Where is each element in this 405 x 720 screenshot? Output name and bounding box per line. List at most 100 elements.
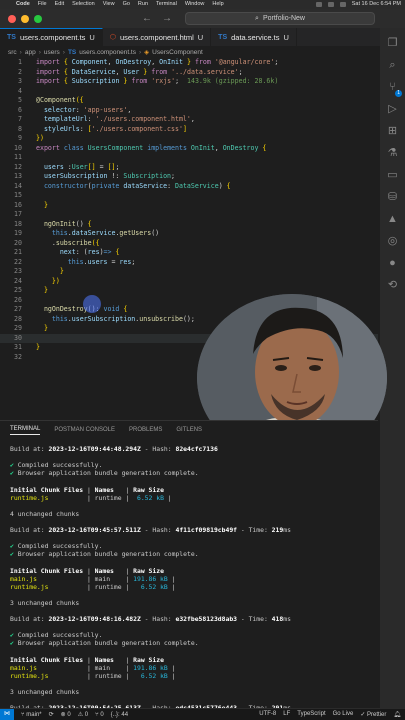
code-text[interactable]: this.dataService.getUsers() <box>36 229 159 239</box>
tab-users-component-html[interactable]: ⬡ users.component.html U <box>103 28 212 46</box>
code-line[interactable]: 21 next: (res)=> { <box>0 248 378 258</box>
terminal-line[interactable]: Build at: 2023-12-16T09:44:48.294Z - Has… <box>10 445 218 454</box>
line-number[interactable]: 19 <box>0 229 22 239</box>
menu-edit[interactable]: Edit <box>55 0 64 9</box>
ports-count[interactable]: ⑂ 0 <box>95 712 104 718</box>
github-icon[interactable]: ● <box>385 256 400 271</box>
encoding[interactable]: UTF-8 <box>259 711 276 718</box>
search-icon[interactable]: ⌕ <box>385 58 400 73</box>
minimize-window-button[interactable] <box>21 14 29 23</box>
code-text[interactable]: @Component({ <box>36 96 84 106</box>
terminal-line[interactable]: ✔ Browser application bundle generation … <box>10 469 199 478</box>
terminal-line[interactable]: 3 unchanged chunks <box>10 599 79 608</box>
line-number[interactable]: 24 <box>0 277 22 287</box>
tab-data-service-ts[interactable]: TS data.service.ts U <box>211 28 297 46</box>
line-number[interactable]: 28 <box>0 315 22 325</box>
code-line[interactable]: 6 selector: 'app-users', <box>0 106 378 116</box>
line-number[interactable]: 32 <box>0 353 22 363</box>
code-line[interactable]: 7 templateUrl: './users.component.html', <box>0 115 378 125</box>
line-number[interactable]: 26 <box>0 296 22 306</box>
line-number[interactable]: 31 <box>0 343 22 353</box>
code-text[interactable]: userSubscription !: Subscription; <box>36 172 175 182</box>
line-number[interactable]: 8 <box>0 125 22 135</box>
line-number[interactable]: 25 <box>0 286 22 296</box>
line-number[interactable]: 10 <box>0 144 22 154</box>
terminal-line[interactable]: runtime.js | runtime | 6.52 kB | <box>10 672 175 681</box>
line-number[interactable]: 16 <box>0 201 22 211</box>
tab-terminal[interactable]: TERMINAL <box>10 426 41 435</box>
code-line[interactable]: 15 <box>0 191 378 201</box>
line-number[interactable]: 3 <box>0 77 22 87</box>
code-line[interactable]: 20 .subscribe({ <box>0 239 378 249</box>
line-number[interactable]: 18 <box>0 220 22 230</box>
code-text[interactable]: this.userSubscription.unsubscribe(); <box>36 315 195 325</box>
docker-icon[interactable]: ⛁ <box>385 190 400 205</box>
code-line[interactable]: 16 } <box>0 201 378 211</box>
brace-count[interactable]: {..}: 44 <box>111 712 128 718</box>
code-text[interactable]: } <box>36 267 64 277</box>
back-arrow-icon[interactable]: ← <box>142 13 152 24</box>
line-number[interactable]: 22 <box>0 258 22 268</box>
terminal-line[interactable]: ✔ Browser application bundle generation … <box>10 550 199 559</box>
code-line[interactable]: 25 } <box>0 286 378 296</box>
code-line[interactable]: 18 ngOnInit() { <box>0 220 378 230</box>
code-line[interactable]: 19 this.dataService.getUsers() <box>0 229 378 239</box>
breadcrumb-item[interactable]: users <box>44 49 60 56</box>
code-text[interactable]: selector: 'app-users', <box>36 106 131 116</box>
code-text[interactable]: ngOnInit() { <box>36 220 92 230</box>
line-number[interactable]: 17 <box>0 210 22 220</box>
menu-file[interactable]: File <box>38 0 47 9</box>
line-number[interactable]: 15 <box>0 191 22 201</box>
angular-icon[interactable]: ▲ <box>385 212 400 227</box>
menu-go[interactable]: Go <box>123 0 130 9</box>
code-line[interactable]: 5 @Component({ <box>0 96 378 106</box>
run-debug-icon[interactable]: ▷ <box>385 102 400 117</box>
code-line[interactable]: 14 constructor(private dataService: Data… <box>0 182 378 192</box>
line-number[interactable]: 7 <box>0 115 22 125</box>
menu-window[interactable]: Window <box>185 0 205 9</box>
terminal-line[interactable]: runtime.js | runtime | 6.52 kB | <box>10 494 172 503</box>
status-indicator-icon[interactable] <box>315 2 322 7</box>
terminal-line[interactable]: Build at: 2023-12-16T09:48:16.482Z - Has… <box>10 615 291 624</box>
sync-icon[interactable]: ⟳ <box>49 711 54 718</box>
code-text[interactable]: users :User[] = []; <box>36 163 120 173</box>
source-control-icon[interactable]: ⑂ 1 <box>385 80 402 97</box>
gitlens-icon[interactable]: ◎ <box>385 234 400 249</box>
code-line[interactable]: 2 import { DataService, User } from '../d… <box>0 68 378 78</box>
tab-users-component-ts[interactable]: TS users.component.ts U <box>0 28 103 46</box>
line-number[interactable]: 21 <box>0 248 22 258</box>
menu-selection[interactable]: Selection <box>72 0 95 9</box>
menu-run[interactable]: Run <box>138 0 148 9</box>
terminal-line[interactable]: Build at: 2023-12-16T09:45:57.511Z - Has… <box>10 526 291 535</box>
code-line[interactable]: 17 <box>0 210 378 220</box>
line-number[interactable]: 27 <box>0 305 22 315</box>
git-branch[interactable]: ⑂ main* <box>21 712 42 718</box>
menu-view[interactable]: View <box>103 0 115 9</box>
go-live-button[interactable]: Go Live <box>333 711 354 718</box>
code-text[interactable]: .subscribe({ <box>36 239 100 249</box>
code-line[interactable]: 3 import { Subscription } from 'rxjs'; 14… <box>0 77 378 87</box>
wifi-icon[interactable] <box>339 2 346 7</box>
code-text[interactable]: import { Subscription } from 'rxjs'; 143… <box>36 77 278 87</box>
line-number[interactable]: 9 <box>0 134 22 144</box>
code-text[interactable]: this.users = res; <box>36 258 136 268</box>
line-number[interactable]: 12 <box>0 163 22 173</box>
terminal-line[interactable]: 3 unchanged chunks <box>10 688 79 697</box>
code-text[interactable]: }) <box>36 277 60 287</box>
extensions-icon[interactable]: ⊞ <box>385 124 400 139</box>
line-number[interactable]: 2 <box>0 68 22 78</box>
explorer-icon[interactable]: ❐ <box>385 36 400 51</box>
command-center-search[interactable]: ⌕ Portfolio-New <box>185 12 375 25</box>
line-number[interactable]: 6 <box>0 106 22 116</box>
error-count[interactable]: ⊗ 0 <box>61 711 71 718</box>
code-text[interactable]: } <box>36 286 48 296</box>
code-text[interactable]: } <box>36 324 48 334</box>
code-text[interactable]: } <box>36 343 40 353</box>
code-text[interactable]: import { DataService, User } from '../da… <box>36 68 243 78</box>
code-line[interactable]: 13 userSubscription !: Subscription; <box>0 172 378 182</box>
notifications-icon[interactable]: 🔔︎ <box>393 711 401 718</box>
line-number[interactable]: 14 <box>0 182 22 192</box>
line-number[interactable]: 1 <box>0 58 22 68</box>
maximize-window-button[interactable] <box>34 14 42 23</box>
language-mode[interactable]: TypeScript <box>297 711 325 718</box>
